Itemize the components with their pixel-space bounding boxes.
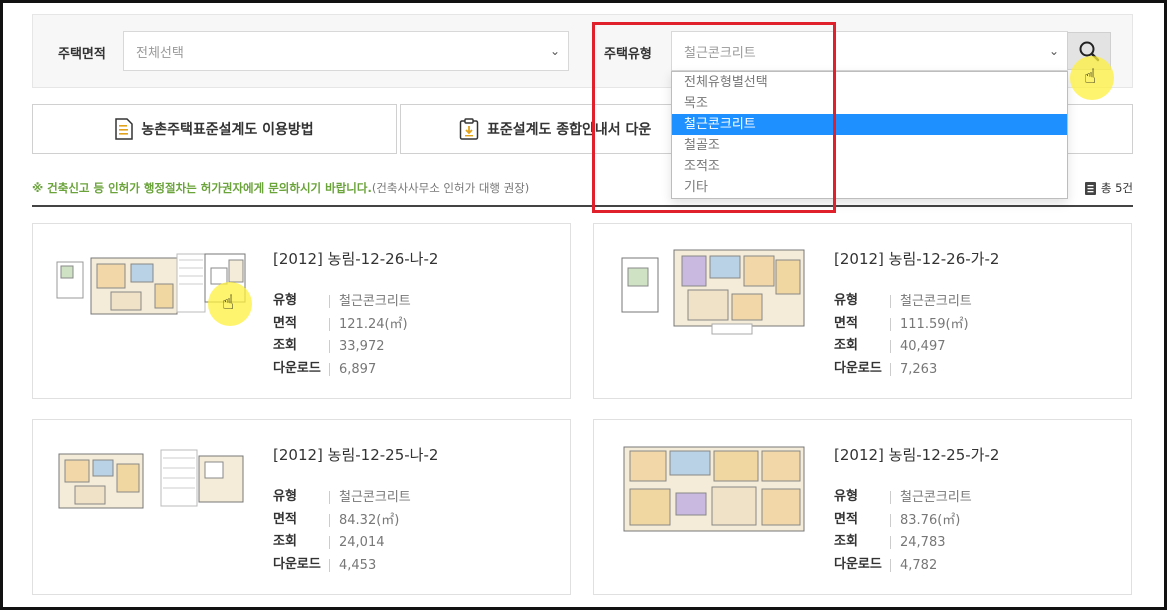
meta-type-value: 철근콘크리트: [329, 491, 411, 504]
plan-meta: 유형 철근콘크리트 면적 111.59(㎡) 조회 40,497 다운로드 7,263: [834, 290, 972, 380]
meta-downloads-value: 4,453: [329, 558, 376, 572]
total-count-text: 총 5건: [1100, 181, 1133, 195]
meta-type-label: 유형: [273, 489, 297, 504]
floor-plan-thumbnail[interactable]: [612, 244, 812, 340]
meta-downloads-label: 다운로드: [273, 556, 321, 572]
plan-title[interactable]: [2012] 농림-12-26-나-2: [273, 248, 438, 269]
plan-title[interactable]: [2012] 농림-12-25-가-2: [834, 444, 999, 465]
meta-type-label: 유형: [834, 293, 858, 308]
document-icon: [115, 118, 134, 140]
meta-views-label: 조회: [834, 338, 858, 353]
meta-area-label: 면적: [834, 511, 858, 527]
meta-area-label: 면적: [273, 315, 297, 331]
meta-views-value: 33,972: [329, 340, 385, 353]
plan-card[interactable]: [2012] 농림-12-25-가-2 유형 철근콘크리트 면적 83.76(㎡) …: [593, 419, 1132, 595]
meta-type-value: 철근콘크리트: [890, 295, 972, 308]
chevron-down-icon: ⌄: [1048, 44, 1059, 58]
plan-title[interactable]: [2012] 농림-12-26-가-2: [834, 248, 999, 269]
plan-card[interactable]: [2012] 농림-12-26-나-2 유형 철근콘크리트 면적 121.24(㎡)…: [32, 223, 571, 399]
meta-views-label: 조회: [273, 534, 297, 549]
meta-downloads-value: 6,897: [329, 362, 376, 376]
plan-meta: 유형 철근콘크리트 면적 83.76(㎡) 조회 24,783 다운로드 4,782: [834, 486, 972, 576]
usage-guide-button[interactable]: 농촌주택표준설계도 이용방법: [32, 104, 397, 154]
meta-area-value: 84.32(㎡): [329, 513, 399, 527]
floor-plan-thumbnail[interactable]: [51, 440, 251, 536]
notice-sub: (건축사사무소 인허가 대행 권장): [371, 181, 530, 195]
total-count: 총 5건: [1084, 180, 1133, 196]
meta-type-value: 철근콘크리트: [329, 295, 411, 308]
meta-downloads-label: 다운로드: [273, 360, 321, 376]
meta-views-value: 24,783: [890, 536, 946, 549]
meta-area-value: 83.76(㎡): [890, 513, 960, 527]
meta-views-label: 조회: [834, 534, 858, 549]
meta-downloads-value: 4,782: [890, 558, 937, 572]
plan-card[interactable]: [2012] 농림-12-26-가-2 유형 철근콘크리트 면적 111.59(㎡)…: [593, 223, 1132, 399]
notice-main: ※ 건축신고 등 인허가 행정절차는 허가권자에게 문의하시기 바랍니다.: [32, 181, 372, 195]
area-select[interactable]: 전체선택 ⌄: [123, 31, 569, 71]
area-filter-label: 주택면적: [58, 47, 106, 62]
meta-downloads-label: 다운로드: [834, 556, 882, 572]
meta-views-label: 조회: [273, 338, 297, 353]
meta-type-label: 유형: [273, 293, 297, 308]
plan-meta: 유형 철근콘크리트 면적 121.24(㎡) 조회 33,972 다운로드 6,897: [273, 290, 411, 380]
meta-area-value: 121.24(㎡): [329, 317, 408, 331]
plan-title[interactable]: [2012] 농림-12-25-나-2: [273, 444, 438, 465]
meta-area-label: 면적: [273, 511, 297, 527]
clipboard-download-icon: [459, 118, 479, 140]
meta-downloads-value: 7,263: [890, 362, 937, 376]
hand-cursor-icon: ☝: [222, 290, 235, 314]
meta-type-value: 철근콘크리트: [890, 491, 972, 504]
meta-area-label: 면적: [834, 315, 858, 331]
plan-meta: 유형 철근콘크리트 면적 84.32(㎡) 조회 24,014 다운로드 4,453: [273, 486, 411, 576]
meta-views-value: 40,497: [890, 340, 946, 353]
highlight-annotation-box: [592, 22, 836, 213]
hand-cursor-icon: ☝: [1084, 64, 1097, 88]
usage-guide-label: 농촌주택표준설계도 이용방법: [141, 122, 314, 138]
list-icon: [1084, 181, 1096, 195]
meta-downloads-label: 다운로드: [834, 360, 882, 376]
meta-type-label: 유형: [834, 489, 858, 504]
plan-card[interactable]: [2012] 농림-12-25-나-2 유형 철근콘크리트 면적 84.32(㎡) …: [32, 419, 571, 595]
meta-views-value: 24,014: [329, 536, 385, 549]
floor-plan-thumbnail[interactable]: [612, 432, 812, 542]
list-divider: [32, 205, 1133, 207]
meta-area-value: 111.59(㎡): [890, 317, 969, 331]
chevron-down-icon: ⌄: [549, 44, 560, 58]
notice-text: ※ 건축신고 등 인허가 행정절차는 허가권자에게 문의하시기 바랍니다.(건축…: [32, 180, 529, 196]
area-select-value: 전체선택: [136, 45, 184, 61]
